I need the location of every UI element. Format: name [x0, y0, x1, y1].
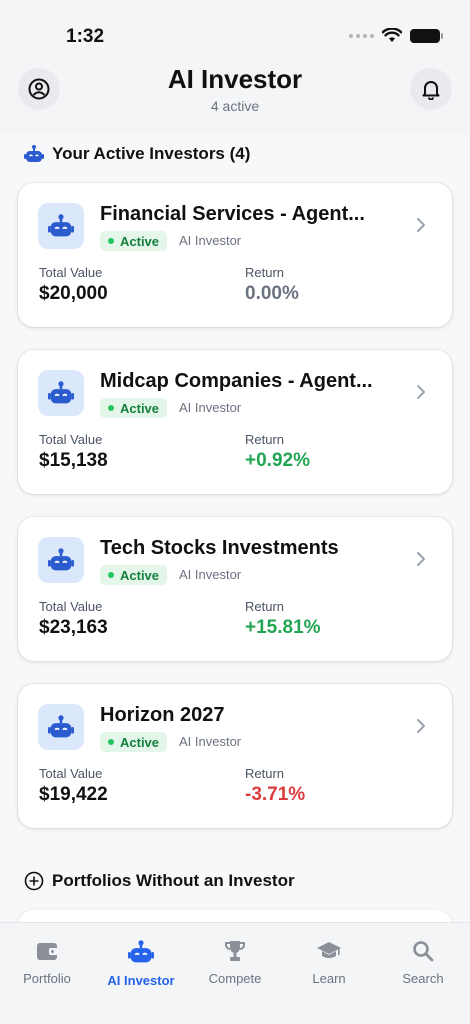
return-value: +15.81% — [245, 617, 321, 638]
cellular-signal-icon — [349, 33, 374, 38]
active-investors-heading: Your Active Investors (4) — [24, 144, 250, 164]
return-value: -3.71% — [245, 784, 306, 805]
investor-avatar — [38, 704, 84, 750]
investor-type: AI Investor — [179, 734, 242, 749]
return-label: Return — [245, 599, 285, 614]
section-title-text: Portfolios Without an Investor — [52, 871, 295, 890]
tab-label: Compete — [208, 971, 262, 986]
total-value-label: Total Value — [39, 766, 103, 781]
tab-compete[interactable]: Compete — [188, 939, 282, 986]
robot-icon — [48, 548, 74, 571]
investor-name: Financial Services - Agent... — [100, 203, 365, 225]
investor-name: Horizon 2027 — [100, 704, 225, 726]
tab-label: Portfolio — [23, 971, 71, 986]
bell-icon — [422, 81, 440, 100]
status-icons — [349, 28, 443, 43]
return-label: Return — [245, 265, 285, 280]
page-subtitle: 4 active — [210, 98, 260, 114]
robot-icon — [48, 381, 74, 404]
status-dot-icon — [108, 572, 114, 578]
graduation-cap-icon — [317, 942, 341, 958]
return-value: 0.00% — [245, 283, 299, 304]
tab-label: Search — [402, 971, 444, 986]
tab-label: Learn — [312, 971, 346, 986]
total-value: $15,138 — [39, 450, 108, 471]
status-dot-icon — [108, 238, 114, 244]
total-value-label: Total Value — [39, 265, 103, 280]
investor-avatar — [38, 537, 84, 583]
chevron-right-icon — [417, 385, 425, 399]
chevron-right-icon — [417, 552, 425, 566]
page-title: AI Investor — [167, 64, 303, 94]
total-value: $23,163 — [39, 617, 108, 638]
investor-name: Tech Stocks Investments — [100, 537, 339, 559]
tab-ai-investor[interactable]: AI Investor — [94, 939, 188, 988]
chevron-right-icon — [417, 719, 425, 733]
return-label: Return — [245, 766, 285, 781]
investor-name: Midcap Companies - Agent... — [100, 370, 373, 392]
total-value-label: Total Value — [39, 432, 103, 447]
chevron-right-icon — [417, 218, 425, 232]
status-dot-icon — [108, 405, 114, 411]
battery-icon — [410, 28, 443, 43]
notifications-button[interactable] — [410, 68, 452, 110]
investor-type: AI Investor — [179, 400, 242, 415]
status-badge: Active — [100, 231, 168, 251]
investor-avatar — [38, 370, 84, 416]
total-value: $20,000 — [39, 283, 108, 304]
wifi-icon — [382, 28, 402, 42]
plus-circle-icon — [24, 871, 44, 891]
investor-card[interactable]: Horizon 2027 Active AI Investor Total Va… — [18, 684, 452, 828]
wallet-icon — [37, 943, 58, 960]
tab-portfolio[interactable]: Portfolio — [0, 939, 94, 986]
investor-card[interactable]: Tech Stocks Investments Active AI Invest… — [18, 517, 452, 661]
status-badge: Active — [100, 565, 168, 585]
robot-icon — [48, 715, 74, 738]
robot-icon — [24, 145, 44, 162]
app-header: AI Investor 4 active — [0, 60, 470, 134]
status-badge: Active — [100, 732, 168, 752]
tab-learn[interactable]: Learn — [282, 939, 376, 986]
status-dot-icon — [108, 739, 114, 745]
return-label: Return — [245, 432, 285, 447]
investor-type: AI Investor — [179, 233, 242, 248]
total-value-label: Total Value — [39, 599, 103, 614]
return-value: +0.92% — [245, 450, 310, 471]
status-bar: 1:32 — [0, 0, 470, 60]
status-time: 1:32 — [66, 26, 105, 47]
trophy-icon — [225, 941, 245, 961]
portfolios-without-investor-heading: Portfolios Without an Investor — [24, 871, 295, 891]
tab-search[interactable]: Search — [376, 939, 470, 986]
investor-card[interactable]: Financial Services - Agent... Active AI … — [18, 183, 452, 327]
robot-icon — [48, 214, 74, 237]
investor-type: AI Investor — [179, 567, 242, 582]
section-title-text: Your Active Investors (4) — [52, 144, 251, 163]
status-badge: Active — [100, 398, 168, 418]
search-icon — [413, 941, 434, 962]
bottom-tab-bar: Portfolio AI Investor Compete Learn Sear… — [0, 922, 470, 1024]
total-value: $19,422 — [39, 784, 108, 805]
robot-icon — [128, 940, 154, 963]
tab-label: AI Investor — [107, 973, 175, 988]
investor-card[interactable]: Midcap Companies - Agent... Active AI In… — [18, 350, 452, 494]
investor-avatar — [38, 203, 84, 249]
